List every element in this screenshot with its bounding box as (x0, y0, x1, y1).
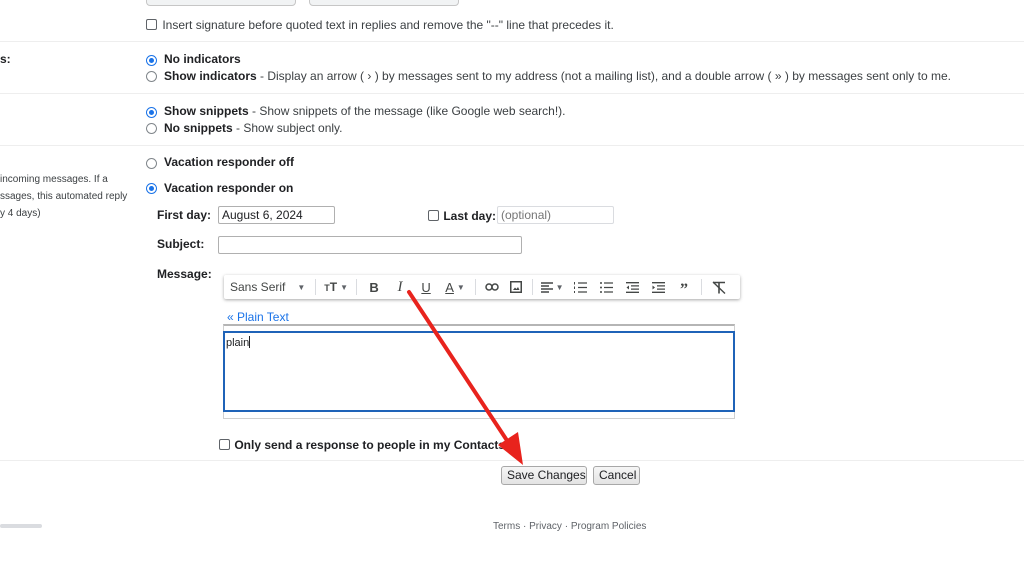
message-body-textarea[interactable]: plain (223, 331, 735, 412)
vacation-on-radio[interactable] (146, 183, 157, 194)
numbered-list-button[interactable] (567, 275, 593, 299)
vacation-on-option: Vacation responder on (164, 181, 293, 195)
no-snippets-description: - Show subject only. (232, 121, 343, 135)
last-day-label: Last day: (443, 208, 497, 223)
save-changes-button[interactable]: Save Changes (501, 466, 587, 485)
privacy-link[interactable]: Privacy (529, 521, 562, 532)
align-dropdown[interactable]: ▼ (537, 275, 567, 299)
bulleted-list-button[interactable] (593, 275, 619, 299)
footer-separator: · (520, 521, 530, 532)
toolbar-separator (356, 279, 358, 295)
message-label: Message: (157, 267, 212, 281)
indent-less-icon (625, 281, 639, 293)
indent-more-icon (651, 281, 665, 293)
bold-icon: B (369, 279, 379, 295)
subject-input[interactable] (218, 236, 522, 254)
remove-formatting-icon (712, 280, 726, 294)
first-day-input[interactable] (218, 206, 335, 224)
no-indicators-radio[interactable] (146, 55, 157, 66)
indent-less-button[interactable] (619, 275, 645, 299)
toolbar-separator (475, 279, 477, 295)
terms-link[interactable]: Terms (493, 521, 520, 532)
align-left-icon (540, 281, 553, 293)
last-day-checkbox[interactable] (428, 210, 439, 222)
show-indicators-option: Show indicators - Display an arrow ( › )… (164, 69, 951, 83)
formatting-toolbar: Sans Serif ▼ TT ▼ B I U A ▼ ▼ ” (224, 275, 740, 299)
chevron-down-icon: ▼ (555, 282, 564, 292)
divider (0, 93, 1024, 94)
font-family-dropdown[interactable]: Sans Serif ▼ (224, 275, 311, 299)
remove-formatting-button[interactable] (706, 275, 732, 299)
toolbar-separator (532, 279, 534, 295)
message-body-text: plain (226, 337, 250, 349)
vacation-off-label: Vacation responder off (164, 155, 295, 169)
horizontal-scrollbar[interactable] (0, 524, 42, 528)
text-color-button[interactable]: A ▼ (439, 275, 471, 299)
show-snippets-description: - Show snippets of the message (like Goo… (248, 104, 566, 118)
signature-option-button-2[interactable] (309, 0, 459, 6)
contacts-only-row: Only send a response to people in my Con… (219, 437, 505, 452)
insert-signature-checkbox[interactable] (146, 19, 157, 31)
show-indicators-label: Show indicators (164, 69, 257, 83)
vacation-description-line: incoming messages. If a (0, 174, 108, 185)
last-day-input[interactable] (497, 206, 614, 224)
subject-label: Subject: (157, 237, 205, 251)
toolbar-separator (315, 279, 317, 295)
image-icon (510, 281, 523, 293)
indicators-section-label: s: (0, 52, 11, 66)
insert-signature-label: Insert signature before quoted text in r… (162, 17, 614, 32)
chevron-down-icon: ▼ (340, 282, 349, 292)
contacts-only-checkbox[interactable] (219, 439, 230, 451)
no-indicators-option: No indicators (164, 52, 241, 66)
italic-button[interactable]: I (387, 275, 413, 299)
plain-text-link[interactable]: « Plain Text (227, 310, 289, 324)
bulleted-list-icon (599, 281, 613, 293)
signature-option-button-1[interactable] (146, 0, 296, 6)
contacts-only-label: Only send a response to people in my Con… (234, 437, 506, 452)
show-snippets-radio[interactable] (146, 107, 157, 118)
insert-signature-row: Insert signature before quoted text in r… (146, 17, 614, 32)
italic-icon: I (397, 278, 403, 295)
insert-link-button[interactable] (480, 275, 504, 299)
divider (0, 460, 1024, 461)
underline-button[interactable]: U (413, 275, 439, 299)
no-snippets-option: No snippets - Show subject only. (164, 121, 343, 135)
cancel-button[interactable]: Cancel (593, 466, 640, 485)
no-snippets-radio[interactable] (146, 123, 157, 134)
first-day-label: First day: (157, 208, 212, 222)
vacation-off-option: Vacation responder off (164, 155, 294, 169)
vacation-off-radio[interactable] (146, 158, 157, 169)
font-family-label: Sans Serif (230, 280, 286, 294)
vacation-on-label: Vacation responder on (164, 181, 294, 195)
no-snippets-label: No snippets (164, 121, 233, 135)
chevron-down-icon: ▼ (297, 282, 306, 292)
vacation-description-line: ssages, this automated reply (0, 191, 128, 202)
show-snippets-option: Show snippets - Show snippets of the mes… (164, 104, 566, 118)
no-indicators-label: No indicators (164, 52, 241, 66)
toolbar-separator (701, 279, 703, 295)
divider (0, 41, 1024, 42)
divider (0, 145, 1024, 146)
quote-button[interactable]: ” (671, 275, 697, 299)
text-color-icon: A (445, 279, 454, 295)
font-size-dropdown[interactable]: TT ▼ (320, 275, 352, 299)
footer-links: Terms · Privacy · Program Policies (493, 521, 646, 532)
link-icon (485, 283, 499, 291)
program-policies-link[interactable]: Program Policies (571, 521, 647, 532)
vacation-description-line: y 4 days) (0, 208, 41, 219)
show-indicators-radio[interactable] (146, 71, 157, 82)
numbered-list-icon (573, 281, 587, 293)
underline-icon: U (421, 279, 431, 295)
footer-separator: · (561, 521, 571, 532)
indent-more-button[interactable] (645, 275, 671, 299)
font-size-icon: TT (324, 280, 338, 294)
last-day-row: Last day: (428, 208, 496, 223)
show-indicators-description: - Display an arrow ( › ) by messages sen… (256, 69, 951, 83)
text-cursor (249, 336, 251, 348)
chevron-down-icon: ▼ (456, 282, 465, 292)
show-snippets-label: Show snippets (164, 104, 249, 118)
quote-icon: ” (680, 281, 689, 298)
bold-button[interactable]: B (361, 275, 387, 299)
insert-image-button[interactable] (504, 275, 528, 299)
